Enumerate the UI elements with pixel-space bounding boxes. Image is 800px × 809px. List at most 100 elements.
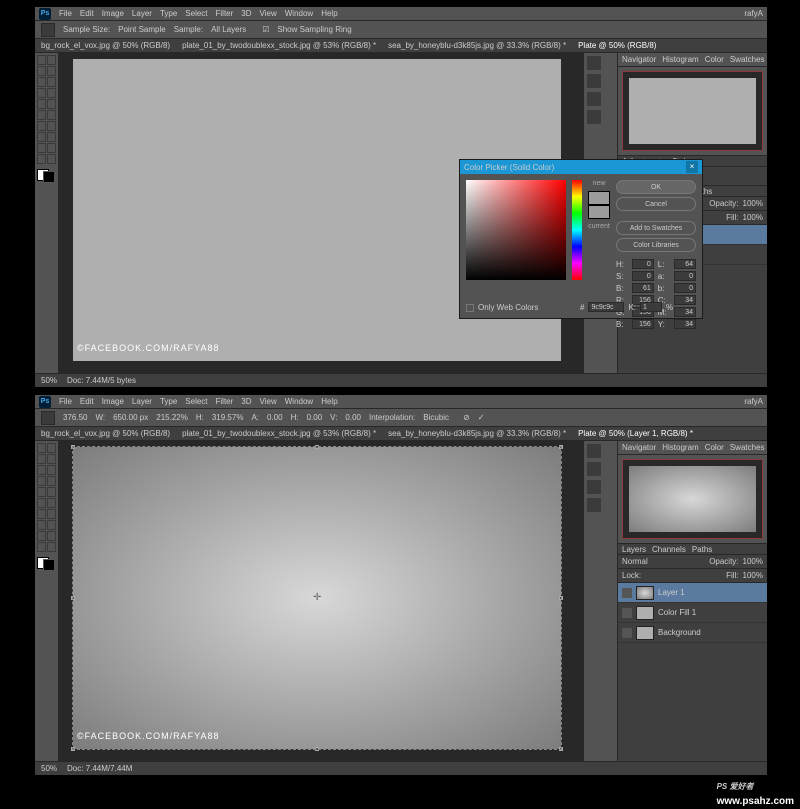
history-panel-icon[interactable] xyxy=(587,56,601,70)
a-val[interactable]: 0.00 xyxy=(267,413,283,422)
crop-tool-icon[interactable] xyxy=(37,77,46,87)
k-input[interactable] xyxy=(640,302,662,312)
move-tool-icon[interactable] xyxy=(37,55,46,65)
wand-tool-icon[interactable] xyxy=(47,66,56,76)
tab-2[interactable]: plate_01_by_twodoublexx_stock.jpg @ 53% … xyxy=(182,429,376,438)
eraser-tool-icon[interactable] xyxy=(37,498,46,508)
menu-window[interactable]: Window xyxy=(285,9,313,18)
marquee-tool-icon[interactable] xyxy=(47,55,56,65)
zoom-tool-icon[interactable] xyxy=(47,154,56,164)
transform-handle[interactable] xyxy=(71,747,75,751)
heal-tool-icon[interactable] xyxy=(37,476,46,486)
m-input[interactable] xyxy=(674,307,696,317)
menu-image[interactable]: Image xyxy=(102,9,124,18)
menu-layer[interactable]: Layer xyxy=(132,9,152,18)
tab-4[interactable]: Plate @ 50% (Layer 1, RGB/8) * xyxy=(578,429,693,438)
history-panel-icon[interactable] xyxy=(587,444,601,458)
sampling-ring-check[interactable]: Show Sampling Ring xyxy=(277,25,351,34)
dodge-tool-icon[interactable] xyxy=(47,121,56,131)
y-input[interactable] xyxy=(674,319,696,329)
c-input[interactable] xyxy=(674,295,696,305)
transform-handle[interactable] xyxy=(559,747,563,751)
layer-background[interactable]: Background xyxy=(618,623,767,643)
menu-type[interactable]: Type xyxy=(160,397,177,406)
tab-2[interactable]: plate_01_by_twodoublexx_stock.jpg @ 53% … xyxy=(182,41,376,50)
tab-1[interactable]: bg_rock_el_vox.jpg @ 50% (RGB/8) xyxy=(41,41,170,50)
menu-3d[interactable]: 3D xyxy=(241,397,251,406)
properties-panel-icon[interactable] xyxy=(587,92,601,106)
zoom-tool-icon[interactable] xyxy=(47,542,56,552)
lasso-tool-icon[interactable] xyxy=(37,66,46,76)
shape-tool-icon[interactable] xyxy=(47,531,56,541)
menu-select[interactable]: Select xyxy=(185,397,207,406)
h-pct[interactable]: 319.57% xyxy=(212,413,244,422)
navigator-thumbnail[interactable] xyxy=(622,459,763,539)
color-tab[interactable]: Color xyxy=(705,55,724,64)
histogram-tab[interactable]: Histogram xyxy=(662,55,698,64)
tab-3[interactable]: sea_by_honeyblu-d3k85js.jpg @ 33.3% (RGB… xyxy=(388,41,566,50)
menu-help[interactable]: Help xyxy=(321,397,337,406)
fill-value[interactable]: 100% xyxy=(743,213,763,222)
sample-size-value[interactable]: Point Sample xyxy=(118,25,166,34)
lasso-tool-icon[interactable] xyxy=(37,454,46,464)
x-val[interactable]: 376.50 xyxy=(63,413,87,422)
gradient-tool-icon[interactable] xyxy=(47,110,56,120)
blend-mode[interactable]: Normal xyxy=(622,557,648,566)
interp-val[interactable]: Bicubic xyxy=(423,413,449,422)
menu-file[interactable]: File xyxy=(59,397,72,406)
menu-edit[interactable]: Edit xyxy=(80,397,94,406)
hex-input[interactable] xyxy=(588,302,624,312)
hand-tool-icon[interactable] xyxy=(37,154,46,164)
layer-colorfill[interactable]: Color Fill 1 xyxy=(618,603,767,623)
eyedropper-tool-icon[interactable] xyxy=(47,465,56,475)
canvas[interactable]: ✛ xyxy=(73,447,561,749)
properties-panel-icon[interactable] xyxy=(587,480,601,494)
web-colors-check[interactable] xyxy=(466,304,474,312)
transform-icon[interactable] xyxy=(41,411,55,425)
history-brush-icon[interactable] xyxy=(47,487,56,497)
hh-val[interactable]: 0.00 xyxy=(307,413,323,422)
w-pct[interactable]: 215.22% xyxy=(156,413,188,422)
tab-1[interactable]: bg_rock_el_vox.jpg @ 50% (RGB/8) xyxy=(41,429,170,438)
menu-file[interactable]: File xyxy=(59,9,72,18)
v-val[interactable]: 0.00 xyxy=(345,413,361,422)
brush-tool-icon[interactable] xyxy=(47,476,56,486)
marquee-tool-icon[interactable] xyxy=(47,443,56,453)
transform-handle[interactable] xyxy=(559,596,563,600)
navigator-tab[interactable]: Navigator xyxy=(622,443,656,452)
zoom-level[interactable]: 50% xyxy=(41,764,57,773)
hand-tool-icon[interactable] xyxy=(37,542,46,552)
bl-input[interactable] xyxy=(632,319,654,329)
layers-tab[interactable]: Layers xyxy=(622,545,646,554)
menu-view[interactable]: View xyxy=(260,9,277,18)
paths-tab[interactable]: Paths xyxy=(692,545,712,554)
color-swatch[interactable] xyxy=(37,169,55,183)
menu-image[interactable]: Image xyxy=(102,397,124,406)
transform-handle[interactable] xyxy=(559,445,563,449)
fill-value[interactable]: 100% xyxy=(743,571,763,580)
actions-panel-icon[interactable] xyxy=(587,462,601,476)
opacity-value[interactable]: 100% xyxy=(743,557,763,566)
s-input[interactable] xyxy=(632,271,654,281)
stamp-tool-icon[interactable] xyxy=(37,487,46,497)
color-field[interactable] xyxy=(466,180,566,280)
h-input[interactable] xyxy=(632,259,654,269)
move-tool-icon[interactable] xyxy=(37,443,46,453)
pen-tool-icon[interactable] xyxy=(37,520,46,530)
color-swatch[interactable] xyxy=(37,557,55,571)
path-tool-icon[interactable] xyxy=(37,143,46,153)
picker-titlebar[interactable]: Color Picker (Solid Color) × xyxy=(460,160,702,174)
menu-window[interactable]: Window xyxy=(285,397,313,406)
wand-tool-icon[interactable] xyxy=(47,454,56,464)
eyedropper-icon[interactable] xyxy=(41,23,55,37)
char-panel-icon[interactable] xyxy=(587,110,601,124)
menu-filter[interactable]: Filter xyxy=(216,9,234,18)
transform-center-icon[interactable]: ✛ xyxy=(313,594,321,602)
eyedropper-tool-icon[interactable] xyxy=(47,77,56,87)
swatches-tab[interactable]: Swatches xyxy=(730,443,765,452)
shape-tool-icon[interactable] xyxy=(47,143,56,153)
stamp-tool-icon[interactable] xyxy=(37,99,46,109)
pen-tool-icon[interactable] xyxy=(37,132,46,142)
l-input[interactable] xyxy=(674,259,696,269)
type-tool-icon[interactable] xyxy=(47,520,56,530)
